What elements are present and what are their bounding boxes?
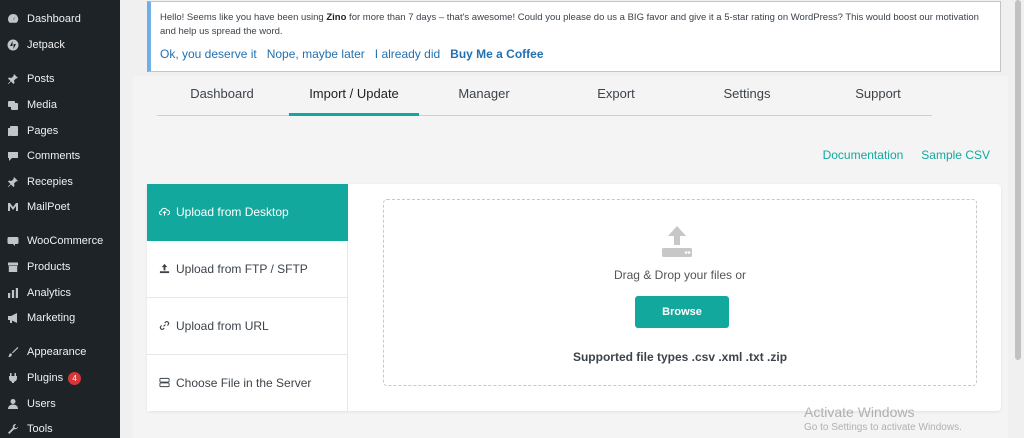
tab-settings[interactable]: Settings [682,86,812,101]
tab-import-update[interactable]: Import / Update [289,86,419,101]
sidebar-item-label: Pages [27,125,59,137]
sidebar-item-recepies[interactable]: Recepies [0,170,120,194]
jetpack-icon [7,39,19,51]
sidebar-item-media[interactable]: Media [0,93,120,117]
sample-csv-link[interactable]: Sample CSV [921,148,990,162]
upload-card: Upload from Desktop Upload from FTP / SF… [147,184,1001,411]
user-icon [7,398,19,410]
sidebar-item-analytics[interactable]: Analytics [0,281,120,305]
sidebar-item-label: MailPoet [27,201,70,213]
sidebar-item-label: Analytics [27,287,72,299]
pages-icon [7,125,19,137]
rating-notice: Hello! Seems like you have been using Zi… [147,1,1001,72]
upload-from-url-option[interactable]: Upload from URL [147,298,348,355]
plugin-icon [7,372,19,384]
supported-types-text: Supported file types .csv .xml .txt .zip [572,350,788,364]
sidebar-item-tools[interactable]: Tools [0,417,120,438]
sidebar-item-label: Appearance [27,346,87,358]
tab-export[interactable]: Export [551,86,681,101]
watermark-subtitle: Go to Settings to activate Windows. [804,422,962,433]
drag-drop-text: Drag & Drop your files or [613,268,747,282]
sidebar-item-label: WooCommerce [27,235,104,247]
watermark-title: Activate Windows [804,404,915,420]
notice-product-name: Zino [326,12,347,23]
active-tab-indicator [289,113,419,116]
sidebar-item-label: Dashboard [27,13,81,25]
server-icon [159,377,171,389]
wrench-icon [7,423,19,435]
sidebar-item-label: Media [27,99,57,111]
pin-icon [7,176,19,188]
sidebar-item-label: Products [27,261,71,273]
archive-icon [7,261,19,273]
chart-icon [7,287,19,299]
woocommerce-icon [7,235,19,247]
sidebar-item-label: Posts [27,73,55,85]
sidebar-item-plugins[interactable]: Plugins 4 [0,366,120,390]
sidebar-item-label: Recepies [27,176,73,188]
tab-support[interactable]: Support [813,86,943,101]
sidebar-item-jetpack[interactable]: Jetpack [0,33,120,57]
upload-tray-icon [662,226,692,257]
sidebar-item-products[interactable]: Products [0,255,120,279]
notice-text-part: Hello! Seems like you have been using [160,12,327,23]
sidebar-item-label: Users [27,398,56,410]
comment-icon [7,150,19,162]
megaphone-icon [7,312,19,324]
page-scrollbar[interactable] [1008,0,1024,438]
doc-links: Documentation Sample CSV [823,148,990,162]
buy-coffee-link[interactable]: Buy Me a Coffee [450,47,543,61]
sidebar-item-pages[interactable]: Pages [0,119,120,143]
sidebar-item-users[interactable]: Users [0,392,120,416]
brush-icon [7,346,19,358]
tab-manager[interactable]: Manager [419,86,549,101]
media-icon [7,99,19,111]
mailpoet-icon [7,201,19,213]
option-label: Upload from Desktop [176,205,289,219]
sidebar-item-posts[interactable]: Posts [0,67,120,91]
cloud-upload-icon [159,206,171,218]
sidebar-item-label: Plugins [27,372,64,384]
link-icon [159,320,171,332]
file-dropzone[interactable]: Drag & Drop your files or Browse Support… [383,199,977,386]
documentation-link[interactable]: Documentation [823,148,904,162]
tab-bar: Dashboard Import / Update Manager Export… [157,76,932,116]
maybe-later-link[interactable]: Nope, maybe later [267,47,365,61]
scrollbar-thumb[interactable] [1015,0,1021,360]
upload-from-desktop-option[interactable]: Upload from Desktop [147,184,348,241]
plugins-update-badge: 4 [68,371,82,385]
tab-dashboard[interactable]: Dashboard [157,86,287,101]
admin-sidebar: Dashboard Jetpack Posts Media Pages Comm… [0,0,120,438]
notice-message: Hello! Seems like you have been using Zi… [160,11,980,39]
sidebar-item-dashboard[interactable]: Dashboard [0,7,120,31]
already-did-link[interactable]: I already did [375,47,440,61]
sidebar-item-appearance[interactable]: Appearance [0,340,120,364]
sidebar-item-marketing[interactable]: Marketing [0,306,120,330]
plugin-main-panel: Dashboard Import / Update Manager Export… [133,76,1013,438]
upload-from-ftp-option[interactable]: Upload from FTP / SFTP [147,241,348,298]
pin-icon [7,73,19,85]
option-label: Upload from URL [176,319,269,333]
sidebar-item-mailpoet[interactable]: MailPoet [0,195,120,219]
sidebar-item-label: Marketing [27,312,76,324]
choose-file-server-option[interactable]: Choose File in the Server [147,355,348,411]
ok-deserve-it-link[interactable]: Ok, you deserve it [160,47,257,61]
option-label: Choose File in the Server [176,376,312,390]
option-label: Upload from FTP / SFTP [176,262,308,276]
sidebar-item-label: Comments [27,150,81,162]
sidebar-item-label: Tools [27,423,53,435]
activate-windows-watermark: Activate Windows Go to Settings to activ… [804,404,962,433]
sidebar-item-comments[interactable]: Comments [0,144,120,168]
sidebar-item-label: Jetpack [27,39,65,51]
dashboard-icon [7,13,19,25]
notice-actions: Ok, you deserve it Nope, maybe later I a… [160,47,544,61]
sidebar-item-woocommerce[interactable]: WooCommerce [0,229,120,253]
upload-tray-icon [159,263,171,275]
browse-button[interactable]: Browse [635,296,729,328]
